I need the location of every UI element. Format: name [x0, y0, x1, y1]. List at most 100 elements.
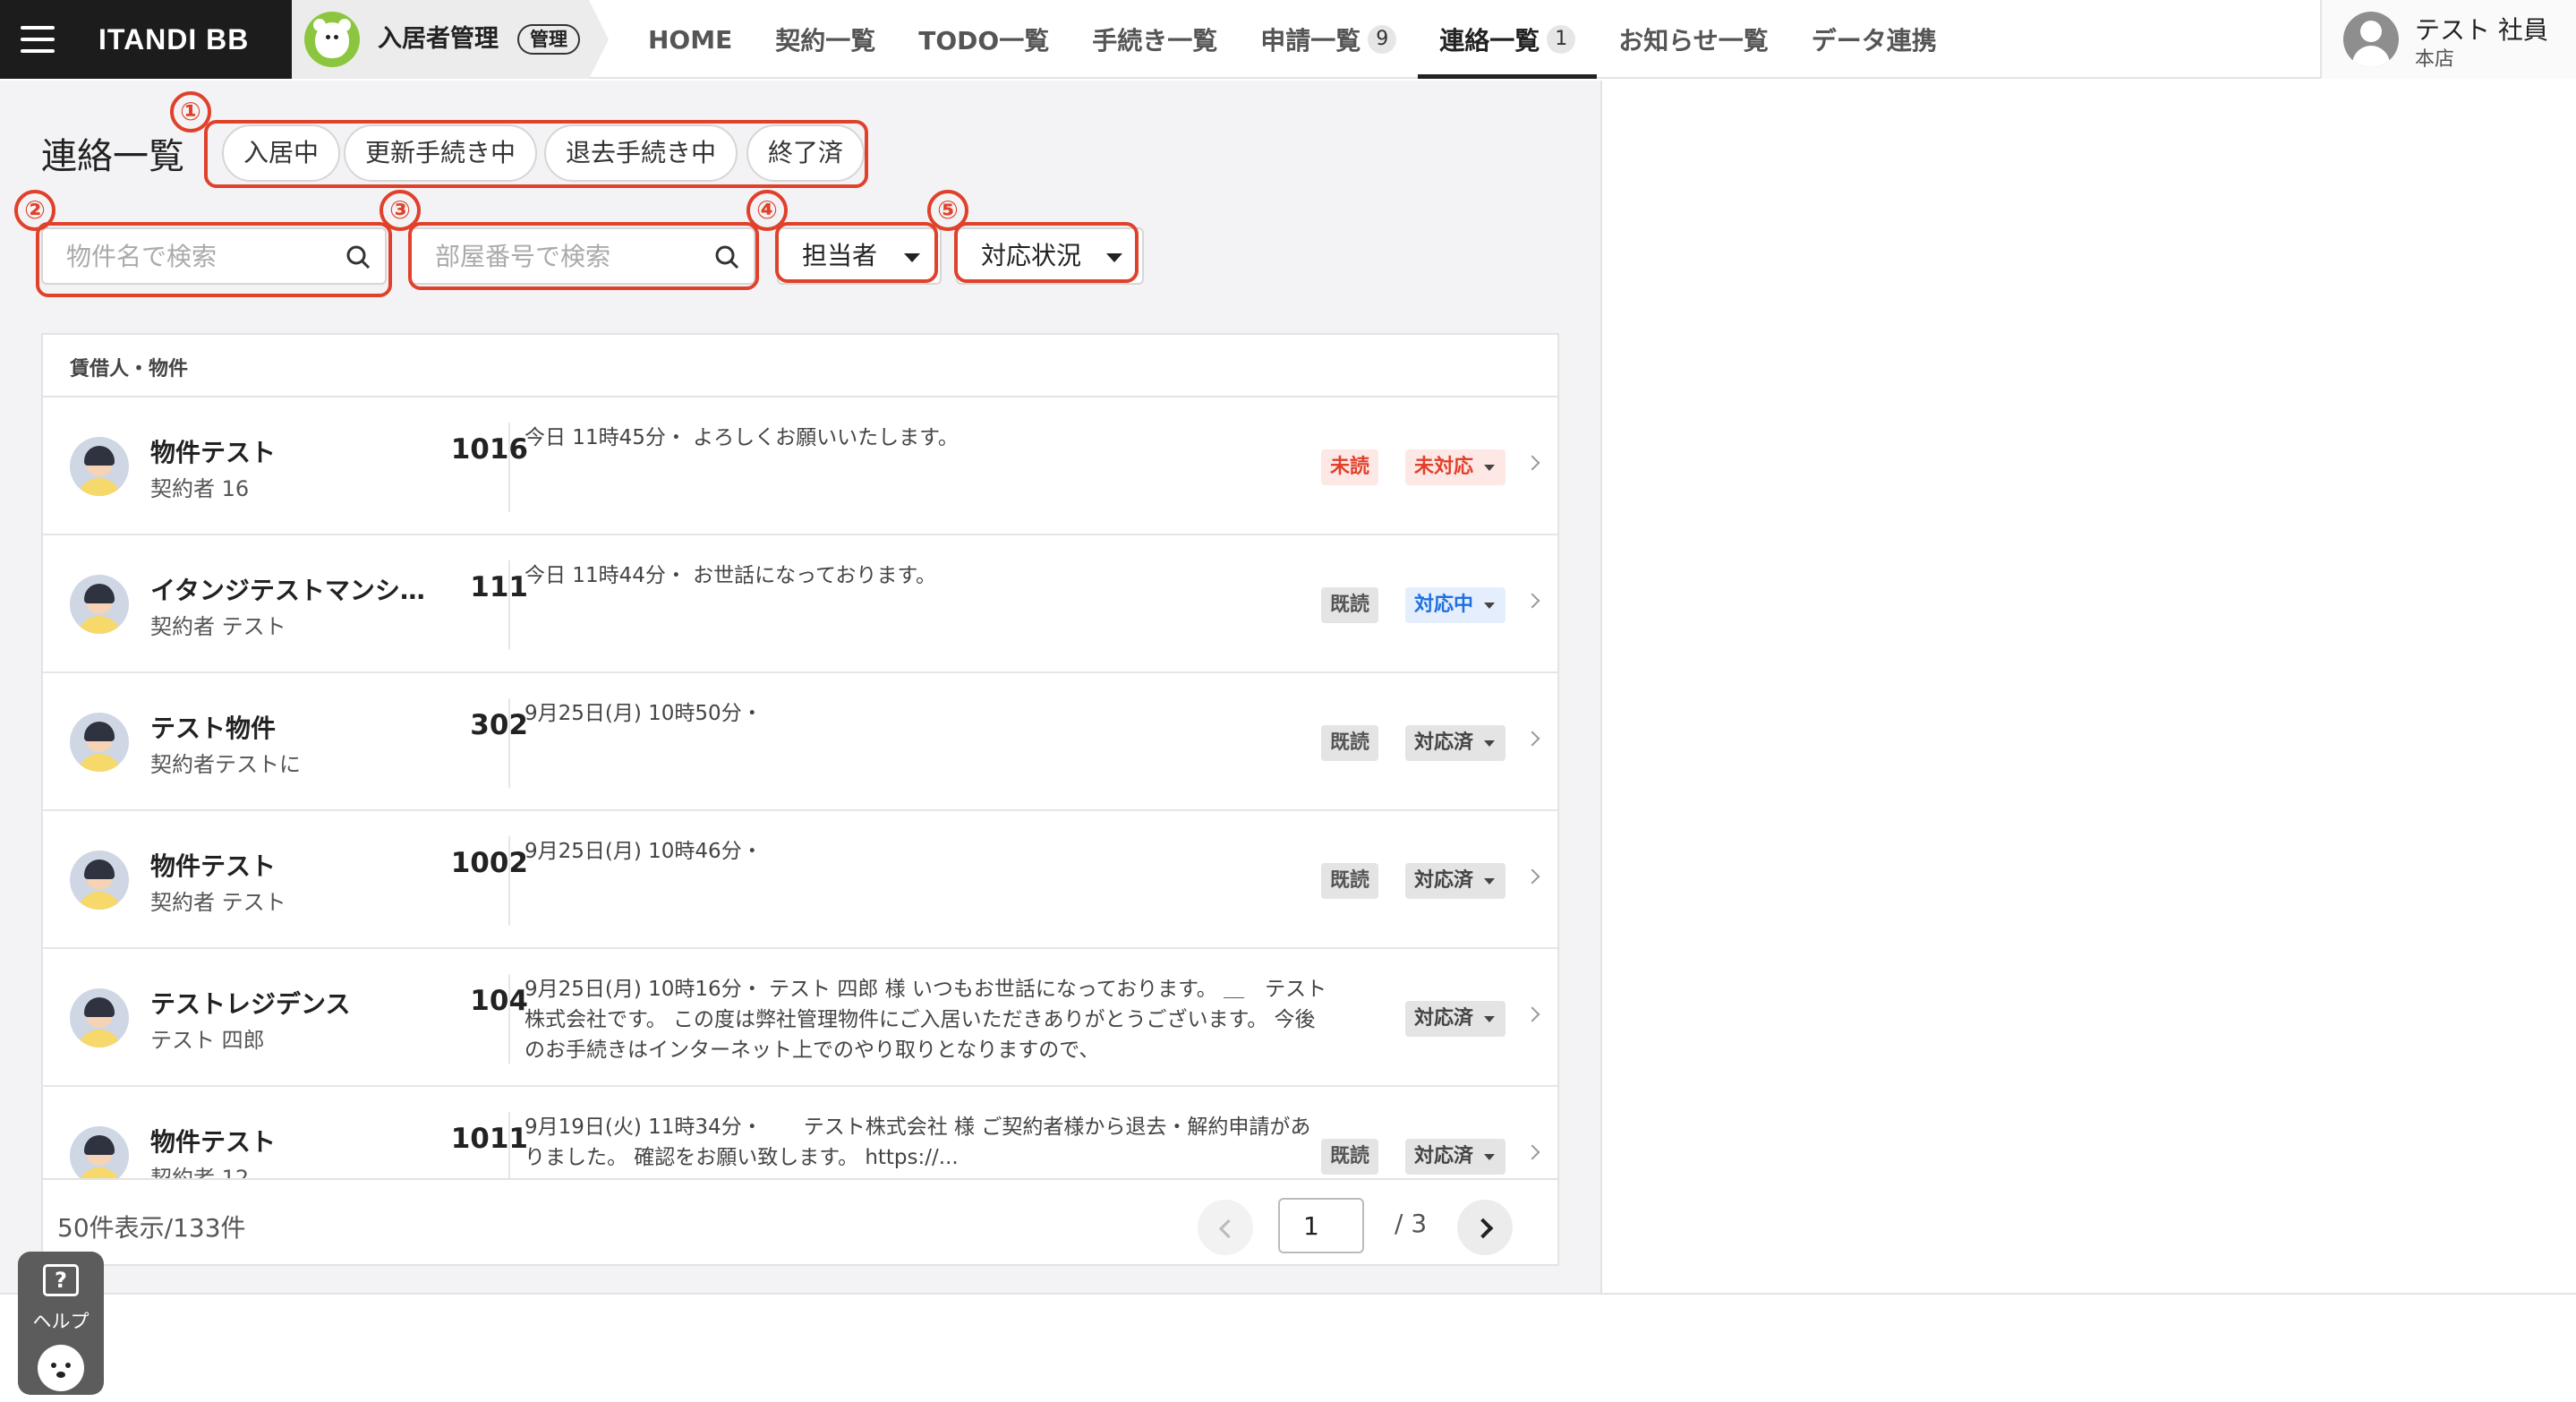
message-preview: 9月25日(月) 10時46分・ [525, 840, 763, 863]
nav-label: 連絡一覧 [1439, 26, 1540, 56]
nav-applications[interactable]: 申請一覧 9 [1239, 0, 1418, 79]
user-menu[interactable]: テスト 社員 本店 [2320, 0, 2576, 79]
room-search [410, 227, 755, 285]
tenant-avatar-icon [70, 988, 129, 1047]
message-preview: 9月25日(月) 10時50分・ [525, 702, 763, 725]
assignee-dropdown[interactable]: 担当者 [777, 227, 942, 285]
read-status-badge: 既読 [1321, 725, 1379, 761]
divider [508, 698, 510, 788]
annotation-number-4: ④ [746, 190, 788, 231]
search-icon[interactable] [345, 244, 371, 269]
nav-procedures[interactable]: 手続き一覧 [1070, 0, 1239, 79]
filter-chip-renewing[interactable]: 更新手続き中 [344, 124, 538, 182]
app-role-badge: 管理 [517, 24, 580, 55]
tenant-avatar-icon [70, 851, 129, 910]
message-preview: 9月19日(火) 11時34分・ テスト株式会社 様 ご契約者様から退去・解約申… [525, 1116, 1311, 1169]
nav-label: HOME [648, 24, 733, 55]
annotation-number-3: ③ [380, 190, 421, 231]
filter-chip-ended[interactable]: 終了済 [746, 124, 866, 182]
list-item[interactable]: イタンジテストマンション 111 契約者 テスト 今日 11時44分・ お世話に… [43, 535, 1557, 673]
chevron-right-icon [1524, 1144, 1540, 1160]
user-name: テスト 社員 [2415, 15, 2548, 45]
tenant-name: テスト 四郎 [150, 1028, 265, 1053]
nav-count-badge: 9 [1368, 25, 1397, 54]
nav-label: 申請一覧 [1260, 26, 1361, 56]
divider [0, 1293, 2576, 1295]
property-search [41, 227, 387, 285]
response-status-dropdown[interactable]: 未対応 [1405, 449, 1506, 485]
room-number: 111 [470, 571, 528, 603]
list-item[interactable]: 物件テスト 1002 契約者 テスト 9月25日(月) 10時46分・ 既読 対… [43, 811, 1557, 949]
nav-contacts[interactable]: 連絡一覧 1 [1418, 0, 1598, 79]
room-number: 1011 [450, 1123, 528, 1155]
nav-contracts[interactable]: 契約一覧 [754, 0, 897, 79]
menu-icon[interactable] [0, 0, 75, 79]
response-status-dropdown[interactable]: 対応済 [1405, 863, 1506, 899]
nav-label: データ連携 [1811, 26, 1937, 56]
chevron-right-icon [1524, 593, 1540, 609]
response-status-dropdown[interactable]: 対応済 [1405, 1139, 1506, 1175]
page-number-input[interactable] [1278, 1198, 1364, 1253]
property-name: テスト物件 [150, 714, 277, 743]
help-button[interactable]: ? ヘルプ [18, 1252, 104, 1395]
caret-down-icon [904, 253, 920, 262]
chevron-right-icon [1524, 1006, 1540, 1022]
nav-label: 契約一覧 [775, 26, 876, 56]
nav-label: 手続き一覧 [1092, 26, 1218, 56]
column-header-tenant-property: 賃借人・物件 [70, 358, 189, 380]
prev-page-button[interactable] [1198, 1200, 1253, 1255]
app-name: 入居者管理 [378, 25, 499, 53]
response-status-dropdown[interactable]: 対応中 [1405, 587, 1506, 623]
help-label: ヘルプ [32, 1311, 90, 1332]
tenant-name: 契約者 12 [150, 1166, 250, 1178]
help-question-icon: ? [43, 1264, 79, 1296]
filter-chip-moving-out[interactable]: 退去手続き中 [544, 124, 738, 182]
app-switcher[interactable]: 入居者管理 管理 [292, 0, 609, 79]
list-item[interactable]: 物件テスト 1011 契約者 12 9月19日(火) 11時34分・ テスト株式… [43, 1087, 1557, 1178]
search-icon[interactable] [714, 244, 739, 269]
chevron-right-icon [1524, 731, 1540, 747]
property-name: 物件テスト [150, 438, 277, 467]
property-name: 物件テスト [150, 851, 277, 881]
annotation-number-1: ① [170, 91, 211, 133]
divider [508, 560, 510, 650]
room-search-input[interactable] [412, 229, 754, 283]
property-name: テストレジデンス [150, 989, 351, 1019]
chevron-right-icon [1524, 455, 1540, 471]
next-page-button[interactable] [1457, 1200, 1513, 1255]
message-preview: 9月25日(月) 10時16分・ テスト 四郎 様 いつもお世話になっております… [525, 978, 1327, 1062]
list-item[interactable]: テストレジデンス 104 テスト 四郎 9月25日(月) 10時16分・ テスト… [43, 949, 1557, 1087]
nav-notices[interactable]: お知らせ一覧 [1597, 0, 1789, 79]
list-item[interactable]: 物件テスト 1016 契約者 16 今日 11時45分・ よろしくお願いいたしま… [43, 398, 1557, 535]
tenant-avatar-icon [70, 1126, 129, 1178]
nav-label: お知らせ一覧 [1618, 26, 1769, 56]
pagination-bar: 50件表示/133件 / 3 [43, 1178, 1557, 1264]
filter-chip-residing[interactable]: 入居中 [222, 124, 341, 182]
list-body[interactable]: 物件テスト 1016 契約者 16 今日 11時45分・ よろしくお願いいたしま… [43, 398, 1557, 1178]
annotation-number-5: ⑤ [927, 190, 968, 231]
tenant-name: 契約者 テスト [150, 890, 286, 915]
assignee-dropdown-label: 担当者 [802, 241, 878, 270]
message-preview: 今日 11時44分・ お世話になっております。 [525, 564, 937, 587]
bear-mascot-icon [38, 1345, 84, 1391]
nav-todo[interactable]: TODO一覧 [897, 0, 1070, 79]
response-status-dropdown[interactable]: 対応済 [1405, 1001, 1506, 1037]
response-status-dropdown[interactable]: 対応済 [1405, 725, 1506, 761]
list-item[interactable]: テスト物件 302 契約者テストに 9月25日(月) 10時50分・ 既読 対応… [43, 673, 1557, 811]
nav-home[interactable]: HOME [627, 0, 754, 79]
nav-label: TODO一覧 [918, 26, 1050, 56]
total-pages: / 3 [1395, 1209, 1428, 1238]
tenant-name: 契約者テストに [150, 752, 301, 777]
status-dropdown[interactable]: 対応状況 [956, 227, 1144, 285]
nav-count-badge: 1 [1547, 25, 1576, 54]
list-header: 賃借人・物件 [43, 335, 1557, 398]
chevron-right-icon [1524, 868, 1540, 885]
nav-data-integration[interactable]: データ連携 [1790, 0, 1958, 79]
property-search-input[interactable] [43, 229, 385, 283]
main-nav: HOME 契約一覧 TODO一覧 手続き一覧 申請一覧 9 連絡一覧 1 お知らせ一… [627, 0, 1958, 79]
annotation-number-2: ② [14, 190, 55, 231]
contact-list: 賃借人・物件 物件テスト 1016 契約者 16 今日 11時45分・ よろしく… [41, 333, 1559, 1266]
read-status-badge: 既読 [1321, 863, 1379, 899]
divider [508, 974, 510, 1064]
brand-logo[interactable]: ITANDI BB [75, 0, 292, 79]
